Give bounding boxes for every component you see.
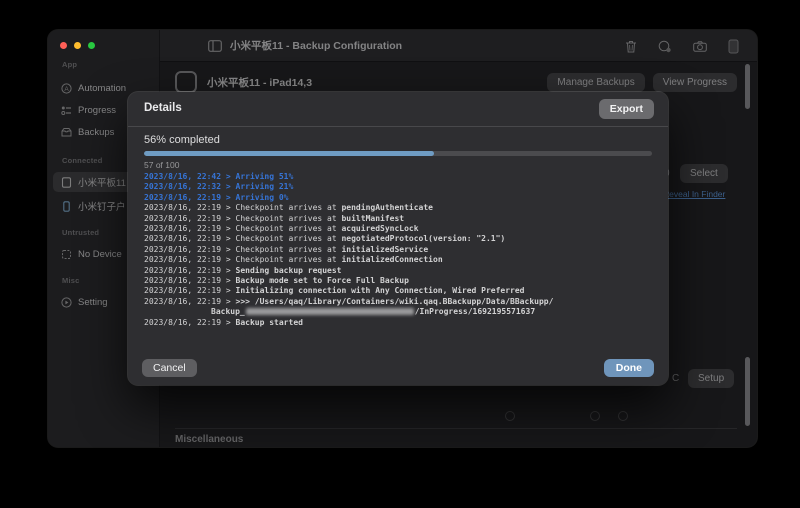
log-line: Backup_/InProgress/1692195571637 (144, 307, 654, 317)
log-line: 2023/8/16, 22:19 > Checkpoint arrives at… (144, 203, 654, 213)
export-button[interactable]: Export (599, 99, 654, 119)
details-dialog: Details Export 56% completed 57 of 100 2… (128, 92, 668, 385)
minimize-window-button[interactable] (74, 42, 81, 49)
zoom-window-button[interactable] (88, 42, 95, 49)
dialog-title: Details (144, 102, 182, 114)
log-line: 2023/8/16, 22:19 > Backup started (144, 318, 654, 328)
log-line: 2023/8/16, 22:42 > Arriving 51% (144, 172, 654, 182)
log-line: 2023/8/16, 22:19 > Arriving 0% (144, 193, 654, 203)
log-line: 2023/8/16, 22:19 > Initializing connecti… (144, 286, 654, 296)
progress-percent-label: 56% completed (144, 134, 220, 146)
scrollbar-thumb[interactable] (745, 357, 750, 426)
backup-log: 2023/8/16, 22:42 > Arriving 51%2023/8/16… (144, 172, 654, 328)
cancel-button[interactable]: Cancel (142, 359, 197, 377)
log-line: 2023/8/16, 22:19 > Sending backup reques… (144, 266, 654, 276)
progress-count-label: 57 of 100 (144, 160, 179, 170)
log-line: 2023/8/16, 22:32 > Arriving 21% (144, 182, 654, 192)
done-button[interactable]: Done (604, 359, 654, 377)
log-line: 2023/8/16, 22:19 > Checkpoint arrives at… (144, 255, 654, 265)
progress-bar-fill (144, 151, 434, 156)
scrollbar-thumb[interactable] (745, 64, 750, 109)
log-line: 2023/8/16, 22:19 > Checkpoint arrives at… (144, 214, 654, 224)
redacted-text (246, 308, 414, 315)
progress-bar (144, 151, 652, 156)
dialog-divider (128, 126, 668, 127)
log-line: 2023/8/16, 22:19 > Checkpoint arrives at… (144, 245, 654, 255)
log-line: 2023/8/16, 22:19 > Checkpoint arrives at… (144, 234, 654, 244)
log-line: 2023/8/16, 22:19 > >>> /Users/qaq/Librar… (144, 297, 654, 307)
log-line: 2023/8/16, 22:19 > Backup mode set to Fo… (144, 276, 654, 286)
close-window-button[interactable] (60, 42, 67, 49)
desktop-background: App A Automation Progress (0, 0, 800, 508)
log-line: 2023/8/16, 22:19 > Checkpoint arrives at… (144, 224, 654, 234)
